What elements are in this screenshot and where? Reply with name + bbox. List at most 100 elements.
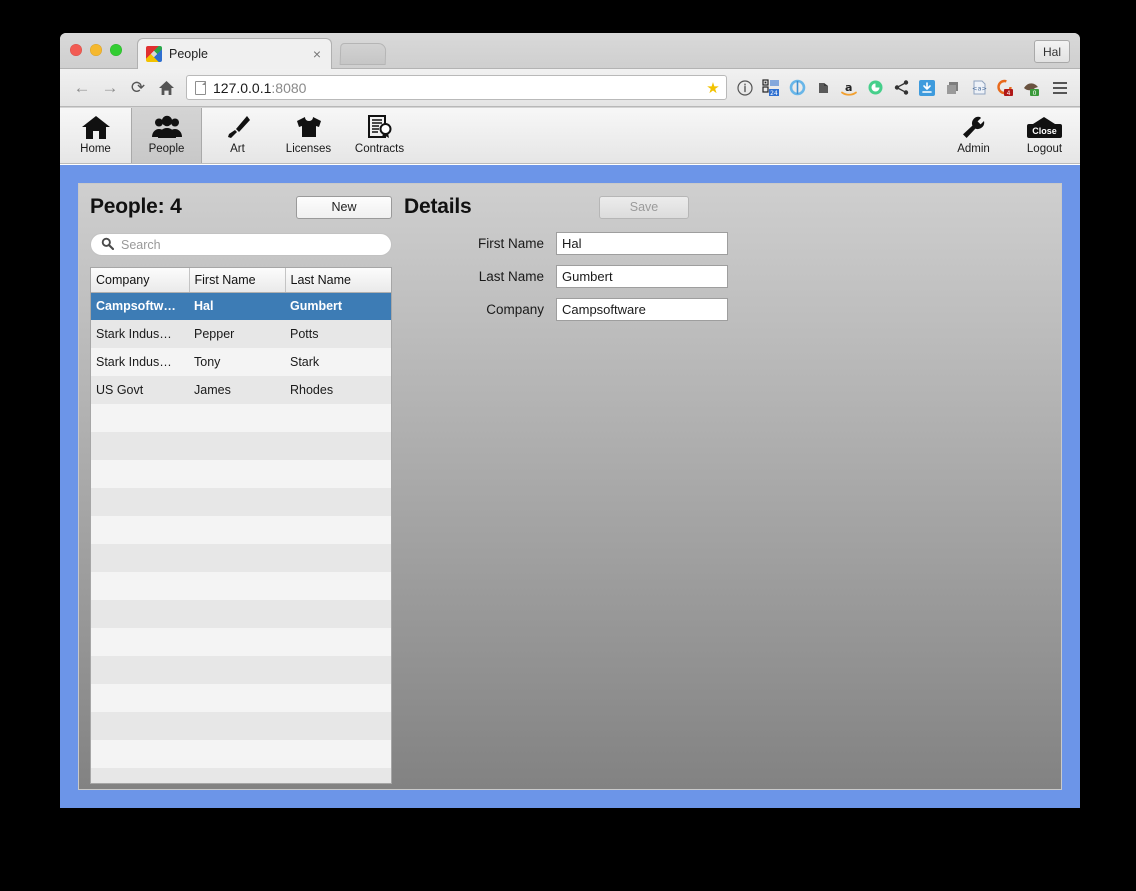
browser-menu-icon[interactable] (1048, 75, 1072, 101)
table-row-empty[interactable] (91, 516, 391, 544)
ghostery-icon[interactable] (863, 75, 887, 101)
toolbar-item-admin-label: Admin (957, 143, 990, 155)
table-row[interactable]: US Govt James Rhodes (91, 376, 391, 404)
new-button[interactable]: New (296, 195, 392, 219)
table-row-empty[interactable] (91, 768, 391, 783)
app-favicon-icon (146, 46, 162, 62)
cell-empty (91, 488, 189, 516)
cell-empty (285, 768, 391, 783)
table-row-empty[interactable] (91, 404, 391, 432)
maximize-window-button[interactable] (110, 44, 122, 56)
first-name-field[interactable] (556, 232, 728, 255)
table-row-empty[interactable] (91, 684, 391, 712)
toolbar-item-art[interactable]: Art (202, 108, 273, 163)
download-icon[interactable] (915, 75, 939, 101)
form-row-company: Company (404, 298, 744, 321)
forward-icon[interactable]: → (96, 74, 124, 102)
table-row-empty[interactable] (91, 432, 391, 460)
last-name-field[interactable] (556, 265, 728, 288)
toolbar-item-home[interactable]: Home (60, 108, 131, 163)
cell-empty (91, 516, 189, 544)
people-list-header: People: 4 New (90, 192, 392, 222)
cell-empty (285, 740, 391, 768)
cell-empty (91, 656, 189, 684)
table-row-empty[interactable] (91, 544, 391, 572)
qr-code-icon[interactable]: 24 (759, 75, 783, 101)
amazon-icon[interactable]: a (837, 75, 861, 101)
people-table-body: Campsoftw… Hal Gumbert Stark Indus… Pepper Po… (91, 292, 391, 783)
table-row-empty[interactable] (91, 712, 391, 740)
table-row-empty[interactable] (91, 628, 391, 656)
back-icon[interactable]: ← (68, 74, 96, 102)
table-row[interactable]: Stark Indus… Tony Stark (91, 348, 391, 376)
app-body-frame: People: 4 New Company (60, 165, 1080, 808)
new-tab-button[interactable] (339, 43, 387, 65)
cell-empty (189, 712, 285, 740)
search-field[interactable] (90, 233, 392, 256)
column-header-company[interactable]: Company (91, 268, 190, 293)
cell-empty (285, 684, 391, 712)
share-icon[interactable] (889, 75, 913, 101)
cell-empty (91, 712, 189, 740)
windows-stack-icon[interactable] (941, 75, 965, 101)
toolbar-item-logout[interactable]: Close Logout (1009, 108, 1080, 163)
page-document-icon (195, 80, 206, 95)
address-bar-host: 127.0.0.1 (213, 79, 272, 96)
first-name-label: First Name (477, 236, 544, 251)
table-row[interactable]: Stark Indus… Pepper Potts (91, 320, 391, 348)
extension-tray: 24 a <a> 4 0 (733, 75, 1072, 101)
cell-first-name: Tony (189, 348, 285, 376)
close-window-button[interactable] (70, 44, 82, 56)
people-table-container[interactable]: Company First Name Last Name Campsoftw… H… (90, 267, 392, 784)
table-row[interactable]: Campsoftw… Hal Gumbert (91, 292, 391, 320)
company-field[interactable] (556, 298, 728, 321)
cell-last-name: Gumbert (285, 292, 391, 320)
cell-empty (285, 712, 391, 740)
details-title: Details (404, 195, 472, 218)
column-header-last-name[interactable]: Last Name (285, 268, 391, 293)
toolbar-item-licenses[interactable]: Licenses (273, 108, 344, 163)
cell-empty (285, 656, 391, 684)
last-name-label: Last Name (478, 269, 544, 284)
cell-empty (189, 544, 285, 572)
profile-chip-button[interactable]: Hal (1033, 40, 1070, 63)
search-input[interactable] (121, 237, 381, 252)
info-icon[interactable] (733, 75, 757, 101)
column-header-first-name[interactable]: First Name (189, 268, 286, 293)
cell-empty (285, 572, 391, 600)
toolbar-item-contracts-label: Contracts (354, 143, 405, 155)
close-tab-icon[interactable]: × (311, 47, 323, 61)
view-source-icon[interactable]: <a> (967, 75, 991, 101)
browser-tab[interactable]: People × (137, 38, 332, 69)
home-icon[interactable] (152, 74, 180, 102)
cell-empty (189, 628, 285, 656)
address-bar[interactable]: 127.0.0.1:8080 ★ (186, 75, 727, 100)
toolbar-item-contracts[interactable]: Contracts (344, 108, 415, 163)
app-surface: People: 4 New Company (78, 183, 1062, 790)
bookmark-star-icon[interactable]: ★ (703, 78, 723, 97)
people-table-header-row: Company First Name Last Name (91, 268, 391, 293)
toolbar-item-art-label: Art (230, 143, 245, 155)
save-button[interactable]: Save (599, 195, 689, 219)
cell-first-name: Hal (189, 292, 285, 320)
toolbar-item-admin[interactable]: Admin (938, 108, 1009, 163)
browser-window: People × Hal ← → ⟳ 127.0.0.1:8080 ★ 24 a… (60, 33, 1080, 808)
evernote-icon[interactable] (811, 75, 835, 101)
address-bar-port: :8080 (271, 79, 307, 96)
table-row-empty[interactable] (91, 572, 391, 600)
toolbar-item-people[interactable]: People (131, 108, 202, 163)
cell-empty (285, 488, 391, 516)
table-row-empty[interactable] (91, 488, 391, 516)
sync-icon[interactable] (785, 75, 809, 101)
reload-icon[interactable]: ⟳ (124, 74, 152, 102)
table-row-empty[interactable] (91, 460, 391, 488)
cell-empty (285, 628, 391, 656)
tshirt-icon (294, 114, 324, 140)
cell-company: Campsoftw… (91, 292, 189, 320)
minimize-window-button[interactable] (90, 44, 102, 56)
table-row-empty[interactable] (91, 740, 391, 768)
badger-icon[interactable]: 0 (1019, 75, 1043, 101)
table-row-empty[interactable] (91, 656, 391, 684)
table-row-empty[interactable] (91, 600, 391, 628)
reload-plugin-icon[interactable]: 4 (993, 75, 1017, 101)
